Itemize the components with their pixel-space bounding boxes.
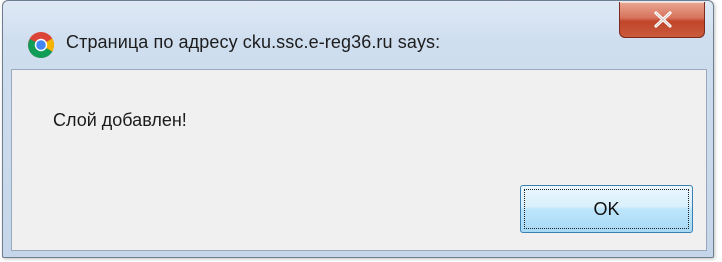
alert-dialog: Страница по адресу cku.ssc.e-reg36.ru sa…	[2, 0, 714, 258]
dialog-title: Страница по адресу cku.ssc.e-reg36.ru sa…	[66, 32, 441, 52]
close-icon	[654, 11, 672, 28]
ok-button[interactable]: OK	[520, 185, 693, 233]
ok-button-label: OK	[593, 199, 620, 219]
dialog-titlebar[interactable]: Страница по адресу cku.ssc.e-reg36.ru sa…	[3, 1, 713, 69]
close-button[interactable]	[619, 2, 705, 38]
dialog-message: Слой добавлен!	[53, 110, 187, 130]
dialog-content: Слой добавлен! OK	[11, 69, 707, 251]
chrome-icon	[27, 31, 55, 59]
